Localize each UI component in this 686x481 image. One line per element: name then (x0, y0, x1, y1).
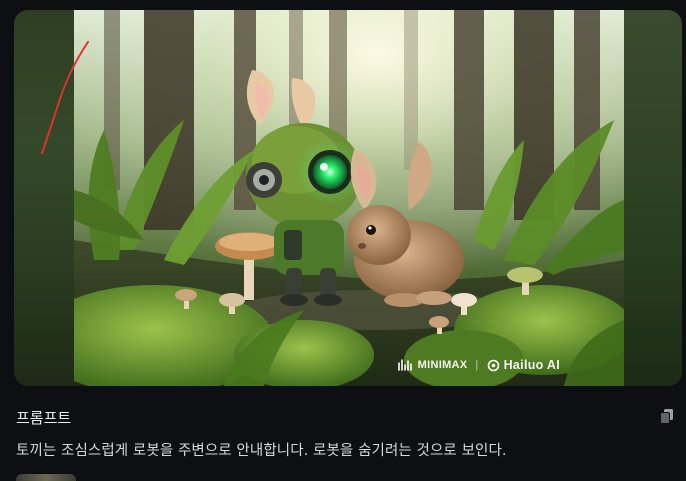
minimax-watermark: MINIMAX (397, 359, 468, 371)
prompt-header: 프롬프트 (16, 405, 680, 427)
hailuo-watermark: Hailuo AI (487, 358, 560, 372)
copy-icon (660, 409, 673, 424)
image-blur-right (624, 10, 682, 386)
brand-hailuo: Hailuo AI (503, 358, 560, 372)
prompt-label: 프롬프트 (16, 409, 72, 427)
generated-image[interactable]: MINIMAX | Hailuo AI (74, 10, 624, 386)
prompt-text: 토끼는 조심스럽게 로봇을 주변으로 안내합니다. 로봇을 숨기려는 것으로 보… (16, 443, 507, 459)
page: MINIMAX | Hailuo AI 프롬프트 토끼는 조심스럽게 로봇을 주… (0, 0, 686, 481)
image-blur-left (14, 10, 74, 386)
hailuo-logo-icon (487, 359, 499, 371)
generated-image-card[interactable]: MINIMAX | Hailuo AI (14, 10, 682, 386)
watermark: MINIMAX | Hailuo AI (397, 358, 560, 372)
watermark-separator: | (475, 359, 479, 371)
brand-minimax: MINIMAX (417, 359, 468, 371)
minimax-logo-icon (397, 359, 412, 371)
reference-thumbnail[interactable] (16, 474, 76, 481)
copy-prompt-button[interactable] (658, 407, 676, 425)
